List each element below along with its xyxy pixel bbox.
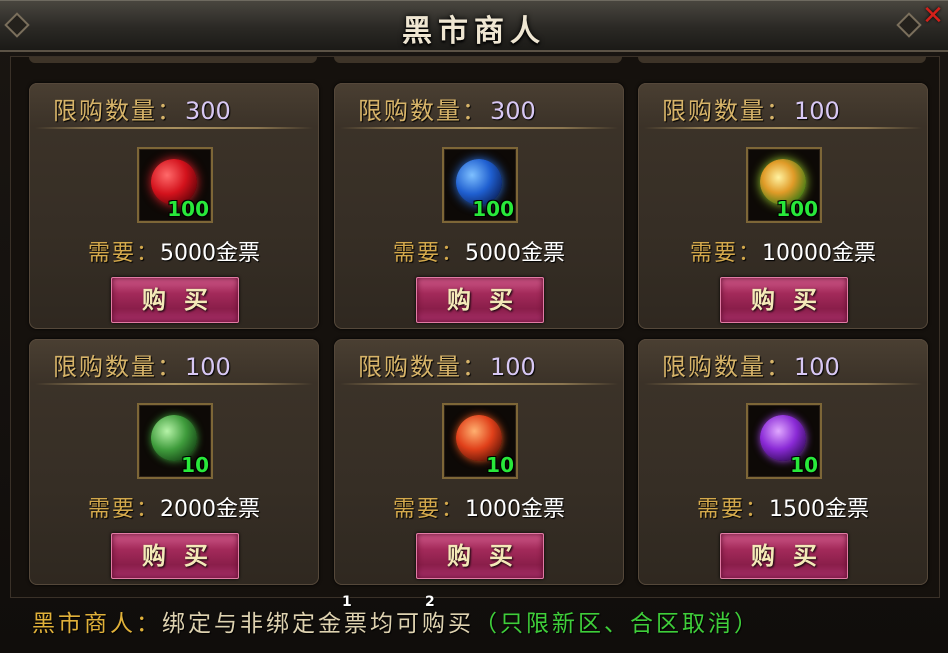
- item-count: 10: [181, 453, 209, 477]
- notice-text: 绑定与非绑定金票均可购买: [162, 611, 474, 637]
- partial-card-above: [638, 56, 926, 63]
- price: 需要：1000金票: [334, 491, 624, 523]
- shop-item-card: 限购数量：100 10 需要：2000金票 购买: [29, 339, 319, 585]
- limit-label: 限购数量：: [662, 97, 792, 125]
- limit-label: 限购数量：: [662, 353, 792, 381]
- buy-button[interactable]: 购买: [720, 533, 848, 579]
- partial-card-above: [29, 56, 317, 63]
- item-grid[interactable]: 限购数量：300 100 需要：5000金票 购买 限购数量：300 100 需…: [10, 56, 940, 598]
- shop-item-card: 限购数量：300 100 需要：5000金票 购买: [29, 83, 319, 329]
- partial-buy-button[interactable]: [125, 56, 251, 57]
- window-title: 黑市商人: [402, 14, 546, 49]
- purchase-limit: 限购数量：300: [358, 91, 536, 126]
- shop-item-card: 限购数量：300 100 需要：5000金票 购买: [334, 83, 624, 329]
- item-slot[interactable]: 10: [137, 403, 213, 479]
- buy-button[interactable]: 购买: [416, 277, 544, 323]
- price: 需要：5000金票: [334, 235, 624, 267]
- price-label: 需要：: [87, 241, 160, 266]
- price-label: 需要：: [87, 497, 160, 522]
- price-value: 5000金票: [465, 241, 565, 266]
- item-slot[interactable]: 10: [442, 403, 518, 479]
- divider: [340, 383, 618, 385]
- price-value: 1000金票: [465, 497, 565, 522]
- item-count: 100: [472, 197, 514, 221]
- price-label: 需要：: [696, 497, 769, 522]
- marker-1: 1: [342, 594, 352, 610]
- item-slot[interactable]: 100: [746, 147, 822, 223]
- shop-item-card: 限购数量：100 10 需要：1500金票 购买: [638, 339, 928, 585]
- item-slot[interactable]: 10: [746, 403, 822, 479]
- limit-value: 100: [185, 353, 231, 381]
- partial-card-above: [334, 56, 622, 63]
- title-bar: 黑市商人 ✕: [0, 0, 948, 52]
- price: 需要：10000金票: [638, 235, 928, 267]
- notice-speaker: 黑市商人：: [32, 611, 162, 637]
- limit-label: 限购数量：: [53, 97, 183, 125]
- price-label: 需要：: [689, 241, 762, 266]
- purchase-limit: 限购数量：300: [53, 91, 231, 126]
- divider: [644, 127, 922, 129]
- divider: [35, 383, 313, 385]
- limit-value: 300: [490, 97, 536, 125]
- purchase-limit: 限购数量：100: [662, 91, 840, 126]
- item-slot[interactable]: 100: [137, 147, 213, 223]
- item-count: 10: [486, 453, 514, 477]
- limit-label: 限购数量：: [358, 353, 488, 381]
- limit-value: 300: [185, 97, 231, 125]
- price-value: 2000金票: [160, 497, 260, 522]
- item-count: 100: [167, 197, 209, 221]
- limit-label: 限购数量：: [53, 353, 183, 381]
- price: 需要：2000金票: [29, 491, 319, 523]
- price-value: 1500金票: [769, 497, 869, 522]
- price-label: 需要：: [392, 497, 465, 522]
- limit-value: 100: [794, 353, 840, 381]
- limit-value: 100: [794, 97, 840, 125]
- price-label: 需要：: [392, 241, 465, 266]
- black-market-window: 黑市商人 ✕ 限购数量：300 100 需要：5000金票 购买 限购数量：30…: [0, 0, 948, 653]
- buy-button[interactable]: 购买: [720, 277, 848, 323]
- merchant-notice: 黑市商人：绑定与非绑定金票均可购买（只限新区、合区取消）: [32, 604, 760, 638]
- limit-label: 限购数量：: [358, 97, 488, 125]
- buy-button[interactable]: 购买: [111, 277, 239, 323]
- partial-buy-button[interactable]: [430, 56, 556, 57]
- item-count: 100: [776, 197, 818, 221]
- marker-2: 2: [425, 594, 435, 610]
- item-count: 10: [790, 453, 818, 477]
- shop-item-card: 限购数量：100 100 需要：10000金票 购买: [638, 83, 928, 329]
- close-icon[interactable]: ✕: [920, 3, 946, 30]
- divider: [340, 127, 618, 129]
- buy-button[interactable]: 购买: [111, 533, 239, 579]
- item-slot[interactable]: 100: [442, 147, 518, 223]
- partial-buy-button[interactable]: [734, 56, 860, 57]
- price-value: 5000金票: [160, 241, 260, 266]
- divider: [644, 383, 922, 385]
- limit-value: 100: [490, 353, 536, 381]
- divider: [35, 127, 313, 129]
- purchase-limit: 限购数量：100: [358, 347, 536, 382]
- purchase-limit: 限购数量：100: [53, 347, 231, 382]
- shop-item-card: 限购数量：100 10 需要：1000金票 购买: [334, 339, 624, 585]
- buy-button[interactable]: 购买: [416, 533, 544, 579]
- price-value: 10000金票: [762, 241, 876, 266]
- notice-note: （只限新区、合区取消）: [474, 611, 760, 637]
- purchase-limit: 限购数量：100: [662, 347, 840, 382]
- price: 需要：1500金票: [638, 491, 928, 523]
- price: 需要：5000金票: [29, 235, 319, 267]
